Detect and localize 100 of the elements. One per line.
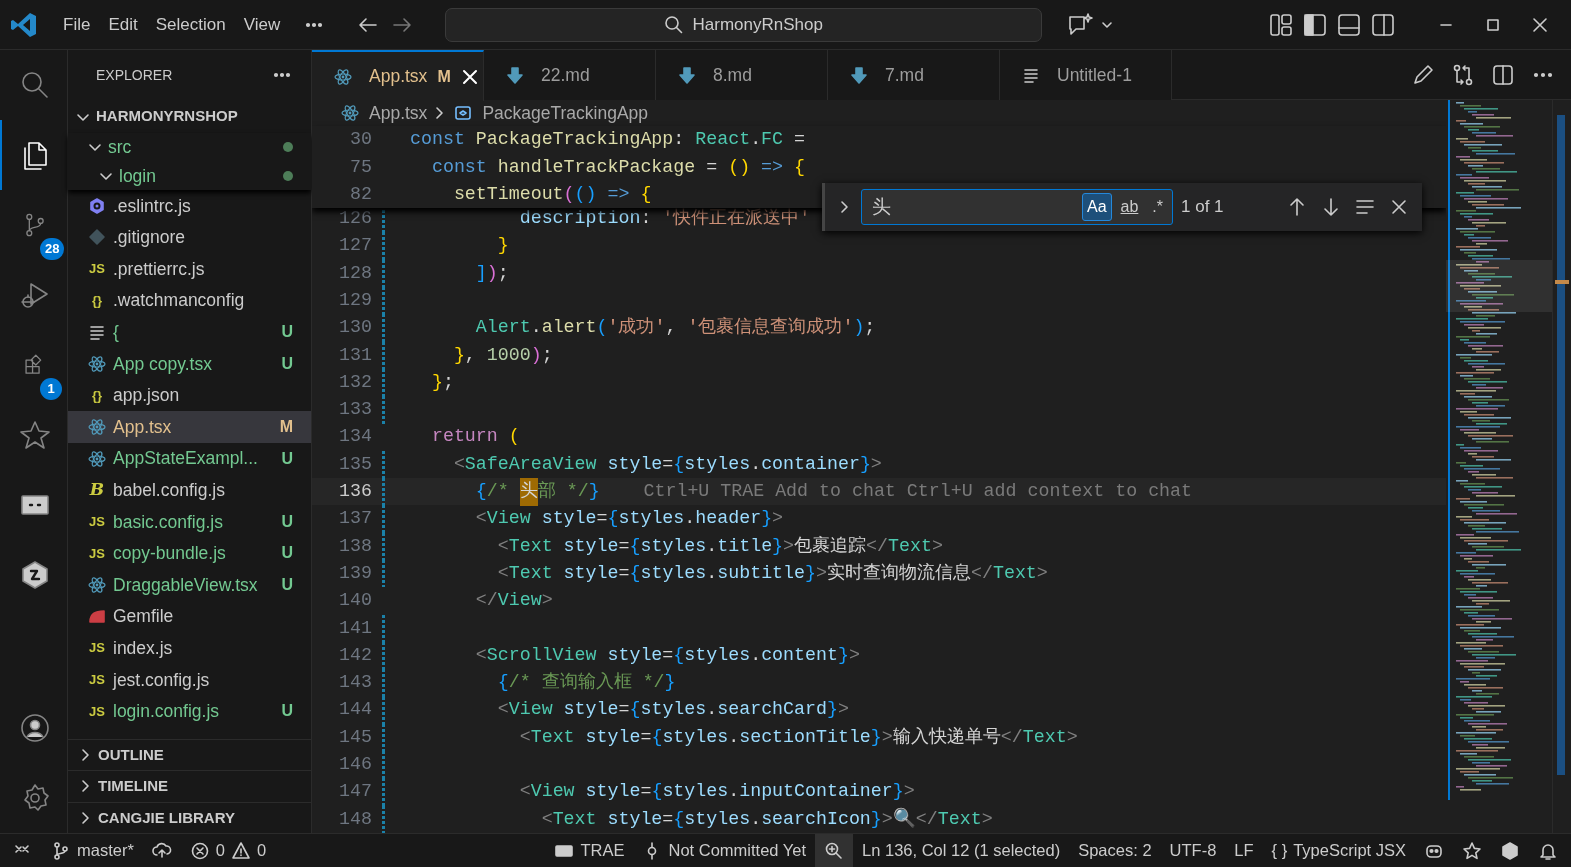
git-status: M [279, 416, 293, 437]
menu-item[interactable]: Edit [99, 7, 147, 42]
line-number: 143 [338, 671, 372, 695]
star-icon[interactable] [19, 419, 51, 451]
line-number: 131 [338, 343, 372, 367]
down-arrow-icon [850, 66, 868, 84]
js-icon: JS [89, 669, 105, 690]
breadcrumb-item[interactable]: App.tsx [369, 100, 428, 127]
git-status: U [281, 448, 293, 469]
status-item[interactable]: LF [1225, 834, 1263, 867]
code-line: <Text style={styles.title}>包裹追踪</Text> [496, 534, 943, 558]
js-icon: JS [89, 701, 105, 722]
file-name[interactable]: app.json [113, 382, 180, 409]
code-line: <SafeAreaView style={styles.container}> [452, 452, 882, 476]
file-name[interactable]: index.js [113, 635, 173, 662]
menu-item[interactable]: File [54, 7, 100, 42]
file-name[interactable]: DraggableView.tsx [113, 571, 258, 599]
git-status: U [281, 543, 293, 564]
file-name[interactable]: basic.config.js [113, 508, 223, 535]
code-line: setTimeout(() => { [452, 182, 652, 206]
minimap-drawing[interactable] [1446, 100, 1552, 800]
line-number: 82 [349, 182, 372, 206]
code-line: Alert.alert('成功', '包裹信息查询成功'); [474, 316, 876, 340]
status-item[interactable]: Not Committed Yet [633, 834, 816, 867]
file-name[interactable]: copy-bundle.js [113, 540, 226, 567]
file-name[interactable]: .watchmanconfig [113, 287, 245, 314]
menu-item[interactable]: View [234, 7, 290, 42]
atom-icon [341, 104, 359, 123]
menu-item[interactable]: Selection [146, 7, 235, 42]
editor-tab[interactable]: Untitled-1 [1000, 50, 1172, 100]
code-line: <Text style={styles.subtitle}>实时查询物流信息</Text> [496, 561, 1048, 585]
file-name[interactable]: .eslintrc.js [113, 192, 191, 219]
breadcrumb-item[interactable]: PackageTrackingApp [482, 100, 649, 127]
editor-tab[interactable]: 8.md [656, 50, 828, 100]
search-icon[interactable] [19, 69, 51, 101]
section-header[interactable]: CANGJIE LIBRARY [98, 806, 235, 830]
find-option-toggle[interactable]: .* [1147, 193, 1168, 221]
editor-tab[interactable]: 7.md [828, 50, 1000, 100]
js-icon: JS [89, 512, 105, 532]
line-number: 138 [338, 534, 372, 558]
command-center[interactable]: HarmonyRnShop [445, 7, 1043, 42]
cloud-upload-icon[interactable] [151, 840, 172, 861]
file-name[interactable]: .gitignore [113, 224, 185, 251]
pencil-icon[interactable] [1411, 62, 1435, 87]
sidebar-title: EXPLORER [96, 65, 173, 85]
braces-icon: {} [91, 385, 103, 406]
status-item[interactable]: master* [42, 834, 143, 867]
status-item[interactable]: Spaces: 2 [1069, 834, 1161, 867]
file-name[interactable]: AppStateExampl... [113, 445, 258, 472]
hexagon-icon[interactable] [19, 559, 51, 591]
section-header[interactable]: TIMELINE [98, 775, 168, 798]
code-line: const PackageTrackingApp: React.FC = [410, 128, 805, 152]
compare-changes-icon[interactable] [1451, 62, 1475, 87]
line-number: 128 [338, 261, 372, 285]
find-option-toggle[interactable]: ab [1115, 193, 1144, 221]
file-name[interactable]: { [113, 319, 119, 346]
hexagon-icon[interactable] [1500, 840, 1520, 861]
editor-tab[interactable]: 22.md [484, 50, 656, 100]
find-option-toggle[interactable]: Aa [1081, 193, 1112, 221]
braces-icon: {} [91, 290, 103, 311]
status-item[interactable]: Ln 136, Col 12 (1 selected) [853, 834, 1070, 867]
editor-tab[interactable]: App.tsx M [312, 50, 484, 101]
warning-icon [231, 840, 252, 861]
close-icon[interactable] [460, 67, 479, 86]
section-header[interactable]: OUTLINE [98, 743, 164, 767]
line-number: 144 [338, 698, 372, 722]
folder-label[interactable]: HARMONYRNSHOP [96, 105, 238, 128]
status-item[interactable]: { } TypeScript JSX [1262, 834, 1415, 867]
folder-label[interactable]: src [108, 134, 132, 161]
find-input[interactable]: 头 Aa ab .* [861, 189, 1173, 225]
file-name[interactable]: App copy.tsx [113, 350, 212, 377]
file-name[interactable]: Gemfile [113, 603, 174, 630]
line-number: 137 [338, 507, 372, 531]
line-number: 135 [338, 452, 372, 476]
scrollbar[interactable] [1552, 100, 1571, 833]
file-name[interactable]: login.config.js [113, 698, 220, 725]
account-icon[interactable] [19, 712, 51, 744]
js-icon: JS [89, 543, 105, 564]
zoom-icon[interactable] [824, 840, 845, 861]
symbol-icon [454, 104, 473, 123]
count-badge: 28 [40, 238, 65, 260]
folder-label[interactable]: login [119, 162, 156, 189]
file-name[interactable]: babel.config.js [113, 477, 225, 504]
git-status: U [281, 353, 293, 374]
lines-icon [88, 323, 106, 342]
line-number: 133 [338, 398, 372, 422]
status-item[interactable]: 0 0 [180, 834, 276, 867]
line-number: 75 [349, 155, 372, 179]
split-editor-icon[interactable] [1491, 62, 1515, 87]
line-number: 127 [338, 234, 372, 258]
atom-icon [334, 67, 352, 86]
file-name[interactable]: .prettierrc.js [113, 255, 205, 283]
code-line: {/* 查询输入框 */} [496, 671, 676, 695]
file-name[interactable]: App.tsx [113, 413, 172, 441]
star-icon[interactable] [1462, 840, 1482, 861]
status-item[interactable]: TRAE [545, 834, 634, 867]
code-line: return ( [430, 425, 520, 449]
file-name[interactable]: jest.config.js [113, 666, 210, 693]
down-arrow-icon [678, 66, 696, 84]
status-item[interactable]: UTF-8 [1160, 834, 1226, 867]
